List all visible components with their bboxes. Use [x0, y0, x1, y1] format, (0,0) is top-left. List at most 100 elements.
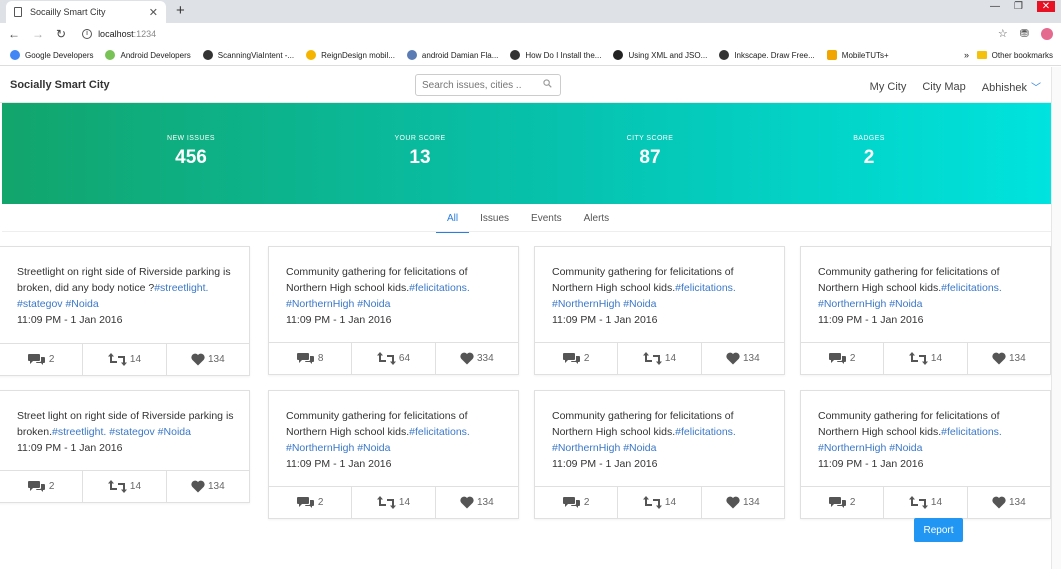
bookmark-item[interactable]: ReignDesign mobil... — [306, 50, 395, 60]
tab-title: Socailly Smart City — [30, 7, 106, 17]
close-tab-icon[interactable]: ✕ — [149, 6, 158, 19]
search-input[interactable] — [415, 74, 561, 96]
repost-button[interactable]: 14 — [618, 487, 702, 518]
repost-icon — [642, 496, 662, 509]
bookmark-item[interactable]: Google Developers — [10, 50, 93, 60]
browser-tab[interactable]: Socailly Smart City ✕ — [6, 1, 166, 23]
issue-card[interactable]: Community gathering for felicitations of… — [800, 390, 1051, 519]
user-menu[interactable]: Abhishek ﹀ — [982, 79, 1041, 94]
bookmark-item[interactable]: Android Developers — [105, 50, 191, 60]
comment-button[interactable]: 8 — [269, 343, 353, 374]
repost-count: 14 — [664, 353, 677, 364]
bookmark-item[interactable]: MobileTUTs+ — [826, 50, 889, 60]
report-button[interactable]: Report — [914, 518, 963, 542]
card-tags[interactable]: #streetlight. #stategov #Noida — [52, 426, 191, 438]
comment-button[interactable]: 2 — [0, 344, 84, 375]
minimize-icon[interactable]: — — [990, 1, 1000, 12]
extension-icon[interactable]: ⛃ — [1020, 27, 1029, 40]
comments-icon — [27, 354, 45, 365]
bookmark-favicon-icon — [719, 50, 730, 60]
comment-button[interactable]: 2 — [0, 471, 84, 502]
other-bookmarks-folder[interactable]: Other bookmarks — [976, 51, 1053, 60]
search-icon[interactable] — [543, 79, 552, 88]
issue-card[interactable]: Community gathering for felicitations of… — [534, 246, 785, 375]
comment-count: 2 — [583, 497, 590, 508]
repost-button[interactable]: 14 — [352, 487, 436, 518]
reload-icon[interactable]: ↻ — [56, 27, 66, 41]
like-button[interactable]: 134 — [702, 487, 784, 518]
card-body: Street light on right side of Riverside … — [0, 391, 249, 456]
bookmark-item[interactable]: Inkscape. Draw Free... — [719, 50, 815, 60]
user-name: Abhishek — [981, 82, 1027, 94]
stat-value: 13 — [409, 147, 431, 168]
bookmark-item[interactable]: android Damian Fla... — [406, 50, 498, 60]
comment-count: 8 — [317, 353, 324, 364]
like-button[interactable]: 134 — [436, 487, 518, 518]
more-bookmarks-button[interactable]: » — [964, 50, 969, 60]
repost-button[interactable]: 14 — [83, 471, 167, 502]
comment-button[interactable]: 2 — [801, 343, 885, 374]
repost-button[interactable]: 14 — [884, 487, 968, 518]
repost-button[interactable]: 14 — [618, 343, 702, 374]
forward-icon[interactable]: → — [32, 27, 44, 41]
comment-button[interactable]: 2 — [269, 487, 353, 518]
like-button[interactable]: 134 — [702, 343, 784, 374]
card-body: Community gathering for felicitations of… — [801, 247, 1050, 328]
like-count: 134 — [742, 497, 760, 508]
repost-icon — [908, 352, 928, 365]
issue-card[interactable]: Community gathering for felicitations of… — [268, 246, 519, 375]
like-button[interactable]: 134 — [968, 487, 1050, 518]
issue-card[interactable]: Street light on right side of Riverside … — [0, 390, 250, 503]
repost-count: 14 — [129, 354, 142, 365]
repost-button[interactable]: 64 — [352, 343, 436, 374]
brand-title[interactable]: Socially Smart City — [10, 79, 110, 91]
bookmark-item[interactable]: How Do I Install the... — [510, 50, 601, 60]
site-info-icon[interactable]: i — [82, 29, 93, 39]
bookmark-item[interactable]: Using XML and JSO... — [613, 50, 707, 60]
tab-issues[interactable]: Issues — [469, 210, 520, 233]
issue-card[interactable]: Community gathering for felicitations of… — [534, 390, 785, 519]
comments-icon — [27, 481, 45, 492]
like-button[interactable]: 134 — [167, 344, 249, 375]
card-timestamp: 11:09 PM - 1 Jan 2016 — [17, 314, 123, 326]
nav-link-city-map[interactable]: City Map — [922, 81, 965, 93]
restore-icon[interactable]: ❐ — [1014, 1, 1023, 12]
comment-button[interactable]: 2 — [801, 487, 885, 518]
window-close-icon[interactable]: ✕ — [1037, 1, 1055, 12]
comments-icon — [296, 353, 314, 364]
bookmarks-bar: Google Developers Android Developers Sca… — [0, 45, 1061, 66]
tab-all[interactable]: All — [436, 210, 470, 233]
address-bar: ← → ↻ i localhost:1234 ☆ ⛃ — [0, 23, 1061, 45]
url-field[interactable]: i localhost:1234 — [82, 29, 156, 39]
heart-icon — [726, 496, 740, 509]
like-button[interactable]: 134 — [167, 471, 249, 502]
chevron-down-icon: ﹀ — [1031, 83, 1041, 94]
tab-alerts[interactable]: Alerts — [573, 210, 621, 233]
url-port: :1234 — [133, 29, 157, 39]
bookmark-item[interactable]: ScanningViaIntent -... — [202, 50, 294, 60]
comments-icon — [296, 497, 314, 508]
back-icon[interactable]: ← — [8, 27, 20, 41]
bookmark-favicon-icon — [613, 50, 624, 60]
tab-events[interactable]: Events — [520, 210, 573, 233]
comment-button[interactable]: 2 — [535, 343, 619, 374]
stat-label: CITY SCORE — [626, 135, 674, 142]
nav-link-my-city[interactable]: My City — [870, 81, 907, 93]
like-button[interactable]: 334 — [436, 343, 518, 374]
new-tab-button[interactable]: + — [176, 2, 185, 19]
like-button[interactable]: 134 — [968, 343, 1050, 374]
like-count: 134 — [1008, 497, 1026, 508]
profile-avatar[interactable] — [1041, 27, 1053, 40]
repost-button[interactable]: 14 — [884, 343, 968, 374]
repost-button[interactable]: 14 — [83, 344, 167, 375]
issue-card[interactable]: Community gathering for felicitations of… — [800, 246, 1051, 375]
vertical-scrollbar[interactable] — [1051, 67, 1061, 569]
bookmark-star-icon[interactable]: ☆ — [998, 27, 1008, 40]
comment-button[interactable]: 2 — [535, 487, 619, 518]
issue-card[interactable]: Community gathering for felicitations of… — [268, 390, 519, 519]
heart-icon — [191, 353, 205, 366]
like-count: 134 — [207, 481, 225, 492]
repost-icon — [642, 352, 662, 365]
issue-card[interactable]: Streetlight on right side of Riverside p… — [0, 246, 250, 376]
card-timestamp: 11:09 PM - 1 Jan 2016 — [286, 458, 392, 470]
